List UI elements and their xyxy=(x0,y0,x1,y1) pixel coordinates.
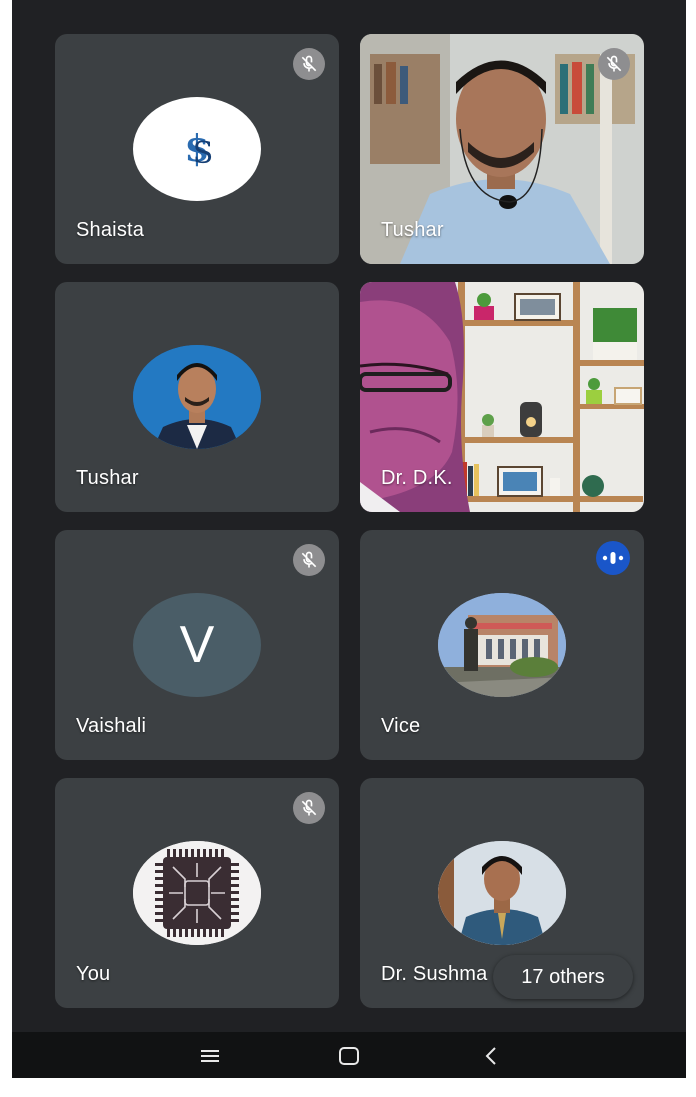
avatar xyxy=(133,345,261,449)
speaking-indicator-icon xyxy=(596,541,630,575)
building-photo xyxy=(438,593,566,697)
participant-name: Shaista xyxy=(76,219,145,241)
profile-photo xyxy=(133,345,261,449)
profile-photo xyxy=(438,841,566,945)
home-icon[interactable] xyxy=(334,1042,364,1070)
back-icon[interactable] xyxy=(476,1042,506,1070)
participant-name: Vice xyxy=(381,715,421,737)
mic-off-icon xyxy=(293,792,325,824)
mic-off-icon xyxy=(293,48,325,80)
participant-name: Dr. D.K. xyxy=(381,467,453,489)
participant-tile-vaishali[interactable]: V Vaishali xyxy=(55,530,339,760)
svg-text:S: S xyxy=(193,136,214,171)
participant-name: Tushar xyxy=(381,219,444,241)
avatar xyxy=(438,593,566,697)
participant-name: Tushar xyxy=(76,467,139,489)
participant-name: You xyxy=(76,963,111,985)
participant-tile-tushar-video[interactable]: Tushar xyxy=(360,34,644,264)
meeting-screen: $ S Shaista Tushar Tushar Dr. D.K. V Vai… xyxy=(12,0,686,1078)
others-count-button[interactable]: 17 others xyxy=(493,955,633,999)
participant-name: Vaishali xyxy=(76,715,147,737)
participant-tile-tushar[interactable]: Tushar xyxy=(55,282,339,512)
mic-off-icon xyxy=(598,48,630,80)
participant-tile-dr-dk-video[interactable]: Dr. D.K. xyxy=(360,282,644,512)
participant-tile-vice[interactable]: Vice xyxy=(360,530,644,760)
participant-tile-you[interactable]: You xyxy=(55,778,339,1008)
letter-avatar: V xyxy=(133,593,261,697)
chip-icon xyxy=(133,841,261,945)
dollar-logo-icon: $ S xyxy=(184,128,214,171)
participant-name: Dr. Sushma xyxy=(381,963,488,985)
avatar xyxy=(133,841,261,945)
avatar xyxy=(438,841,566,945)
participant-tile-shaista[interactable]: $ S Shaista xyxy=(55,34,339,264)
system-nav-bar xyxy=(12,1032,686,1078)
mic-off-icon xyxy=(293,544,325,576)
menu-icon[interactable] xyxy=(195,1042,225,1070)
avatar: $ S xyxy=(133,97,261,201)
